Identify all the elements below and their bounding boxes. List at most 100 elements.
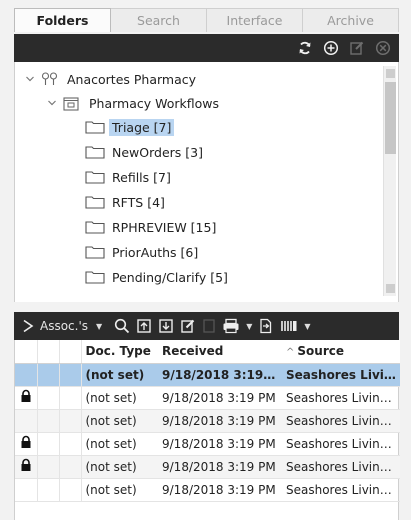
flag-cell (37, 363, 60, 387)
header-status-column[interactable] (59, 340, 82, 364)
lock-icon (21, 435, 31, 448)
dropdown-caret-icon[interactable]: ▼ (96, 322, 102, 331)
table-row[interactable]: (not set) 9/18/2018 3:19 PM Seashores Li… (15, 409, 400, 433)
scroll-thumb[interactable] (385, 82, 396, 154)
folder-tree: Anacortes Pharmacy Pharmacy Workflows Tr… (14, 62, 399, 302)
received-header-label: Received (162, 344, 224, 359)
document-send-icon[interactable] (258, 318, 274, 334)
tree-label-workflows: Pharmacy Workflows (89, 95, 220, 111)
dropdown-caret-icon[interactable]: ▼ (304, 322, 310, 331)
tree-label-folder: PriorAuths [6] (112, 244, 199, 260)
tab-interface[interactable]: Interface (207, 8, 303, 32)
source-cell: Seashores Living... (282, 386, 400, 410)
folder-toolbar (14, 34, 399, 62)
flag-cell (37, 386, 60, 410)
flag-cell (37, 432, 60, 456)
tab-folders[interactable]: Folders (14, 8, 111, 32)
lock-cell (15, 409, 38, 433)
chevron-down-icon[interactable] (25, 74, 35, 84)
status-cell (59, 432, 82, 456)
tree-folder-pending-clarify[interactable]: Pending/Clarify [5] (85, 266, 231, 288)
scroll-down-arrow[interactable] (386, 284, 395, 293)
header-flag-column[interactable] (37, 340, 60, 364)
status-cell (59, 409, 82, 433)
source-cell: Seashores Living... (282, 478, 400, 502)
doc-type-cell: (not set) (81, 432, 158, 456)
blank-page-icon[interactable] (202, 318, 216, 334)
flag-cell (37, 409, 60, 433)
scroll-up-arrow[interactable] (386, 69, 395, 78)
lock-cell (15, 386, 38, 410)
source-cell: Seashores Living... (282, 432, 400, 456)
tree-scrollbar[interactable] (383, 66, 396, 296)
add-icon[interactable] (321, 38, 341, 58)
doc-type-cell: (not set) (81, 363, 158, 387)
table-row[interactable]: (not set) 9/18/2018 3:19 PM Seashores Li… (15, 386, 400, 410)
table-row[interactable]: (not set) 9/18/2018 3:19 PM Seashores Li… (15, 478, 400, 502)
doc-type-cell: (not set) (81, 386, 158, 410)
received-cell: 9/18/2018 3:19 PM (158, 386, 282, 410)
workflow-folder-icon (63, 96, 79, 111)
tree-node-workflows[interactable]: Pharmacy Workflows (47, 92, 222, 114)
status-cell (59, 363, 82, 387)
organization-icon (41, 72, 58, 85)
folder-icon (85, 121, 105, 134)
search-icon[interactable] (114, 318, 130, 334)
folder-icon (85, 221, 105, 234)
lock-cell (15, 363, 38, 387)
status-cell (59, 478, 82, 502)
tree-folder-rphreview[interactable]: RPHREVIEW [15] (85, 216, 219, 238)
chevron-down-icon[interactable] (47, 98, 57, 108)
folder-icon (85, 271, 105, 284)
header-source[interactable]: ^ Source (282, 340, 400, 364)
tab-search[interactable]: Search (111, 8, 207, 32)
edit-document-icon[interactable] (180, 318, 196, 334)
chevron-right-icon[interactable] (22, 319, 34, 333)
delete-icon[interactable] (373, 38, 393, 58)
table-row[interactable]: (not set) 9/18/2018 3:19 PM Seashores Li… (15, 432, 400, 456)
tree-folder-refills[interactable]: Refills [7] (85, 166, 174, 188)
source-header-label: Source (297, 344, 344, 359)
received-cell: 9/18/2018 3:19 PM (158, 455, 282, 479)
table-header-row: Doc. Type Received ^ Source (15, 340, 400, 364)
import-icon[interactable] (136, 318, 152, 334)
received-cell: 9/18/2018 3:19 PM (158, 409, 282, 433)
folder-icon (85, 196, 105, 209)
associations-menu[interactable]: Assoc.'s (40, 319, 88, 333)
columns-icon[interactable] (280, 318, 298, 334)
tab-strip: Folders Search Interface Archive (14, 8, 399, 32)
source-cell: Seashores Living... (282, 455, 400, 479)
lock-cell (15, 432, 38, 456)
lock-icon (21, 389, 31, 402)
dropdown-caret-icon[interactable]: ▼ (246, 322, 252, 331)
folder-icon (85, 171, 105, 184)
tree-folder-rfts[interactable]: RFTS [4] (85, 191, 168, 213)
source-cell: Seashores Living... (282, 409, 400, 433)
lock-cell (15, 455, 38, 479)
doc-type-cell: (not set) (81, 409, 158, 433)
tree-label-organization: Anacortes Pharmacy (67, 71, 197, 87)
doc-type-cell: (not set) (81, 455, 158, 479)
received-cell: 9/18/2018 3:19 PM (158, 432, 282, 456)
table-row[interactable]: (not set) 9/18/2018 3:19 P... Seashores … (15, 363, 400, 387)
refresh-icon[interactable] (295, 38, 315, 58)
tree-node-organization[interactable]: Anacortes Pharmacy (25, 68, 199, 90)
doc-type-cell: (not set) (81, 478, 158, 502)
header-received[interactable]: Received (158, 340, 282, 364)
folder-icon (85, 146, 105, 159)
export-icon[interactable] (158, 318, 174, 334)
tree-folder-neworders[interactable]: NewOrders [3] (85, 141, 206, 163)
tree-folder-triage[interactable]: Triage [7] (85, 116, 175, 138)
sort-ascending-icon: ^ (286, 347, 295, 359)
edit-icon[interactable] (347, 38, 367, 58)
flag-cell (37, 455, 60, 479)
tree-label-folder: NewOrders [3] (112, 144, 203, 160)
print-icon[interactable] (222, 318, 240, 334)
flag-cell (37, 478, 60, 502)
table-row[interactable]: (not set) 9/18/2018 3:19 PM Seashores Li… (15, 455, 400, 479)
header-lock-column[interactable] (15, 340, 38, 364)
tab-archive[interactable]: Archive (303, 8, 399, 32)
header-doc-type[interactable]: Doc. Type (81, 340, 158, 364)
tree-folder-priorauths[interactable]: PriorAuths [6] (85, 241, 201, 263)
received-cell: 9/18/2018 3:19 P... (158, 363, 282, 387)
